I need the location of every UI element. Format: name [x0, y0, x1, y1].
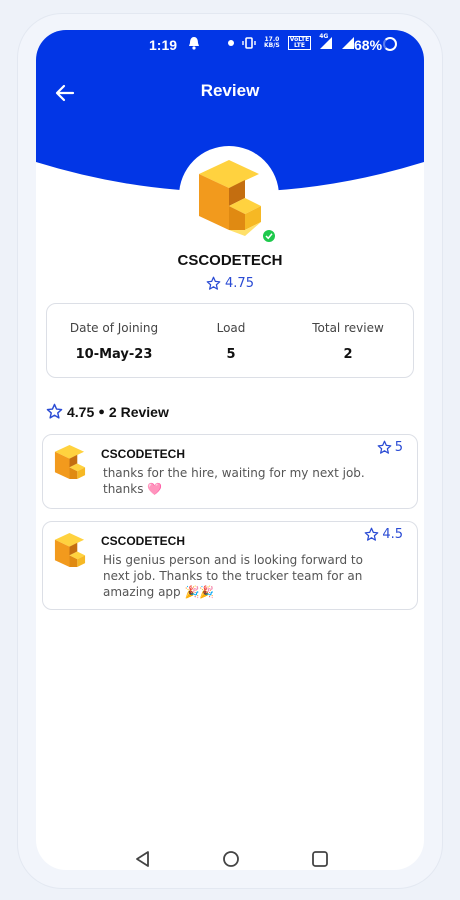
verified-check-icon: [261, 228, 277, 244]
review-rating: 5: [377, 440, 403, 455]
reviewer-name: CSCODETECH: [101, 534, 186, 548]
review-summary: 4.75 ● 2 Review: [46, 403, 169, 420]
summary-count: 2 Review: [108, 403, 169, 420]
nav-back-icon[interactable]: [134, 850, 152, 868]
notification-dot-icon: [228, 40, 234, 46]
status-icons: 17.0 KB/S VoLTE LTE 4G: [188, 34, 355, 50]
summary-separator: ●: [98, 405, 105, 418]
stat-load: Load 5: [216, 321, 246, 362]
alarm-bell-icon: [189, 37, 199, 50]
status-bar: 1:19 17.0 KB/S VoLTE LTE 4G 68%: [36, 30, 424, 60]
reviewer-logo-icon: [54, 445, 86, 479]
star-outline-icon: [206, 276, 221, 290]
summary-rating: 4.75: [67, 403, 95, 420]
company-logo-icon: [199, 160, 261, 236]
reviewer-name: CSCODETECH: [101, 447, 186, 461]
star-outline-icon: [377, 440, 392, 454]
profile-rating-value: 4.75: [225, 276, 254, 291]
stats-card: Date of Joining 10-May-23 Load 5 Total r…: [46, 303, 414, 378]
battery-percent: 68%: [354, 37, 383, 53]
status-time: 1:19: [149, 37, 178, 53]
review-card-1[interactable]: CSCODETECH thanks for the hire, waiting …: [42, 434, 418, 509]
page-title: Review: [200, 81, 260, 100]
battery-icon: [383, 37, 397, 51]
profile-name: CSCODETECH: [177, 252, 283, 269]
review-text: thanks for the hire, waiting for my next…: [103, 466, 365, 496]
review-rating: 4.5: [364, 527, 403, 542]
nav-home-icon[interactable]: [222, 850, 240, 868]
review-text: His genius person and is looking forward…: [103, 553, 363, 599]
app-screen: 1:19 17.0 KB/S VoLTE LTE 4G 68% Review C…: [36, 30, 424, 870]
signal-4g: 4G: [319, 34, 333, 50]
speed-indicator: 17.0 KB/S: [264, 36, 280, 49]
star-outline-icon: [46, 403, 63, 419]
reviewer-logo-icon: [54, 533, 86, 567]
stat-total-review: Total review 2: [312, 321, 384, 362]
nav-recent-icon[interactable]: [311, 850, 329, 868]
system-nav-bar: [36, 842, 424, 870]
review-card-2[interactable]: CSCODETECH His genius person and is look…: [42, 521, 418, 610]
profile-rating: 4.75: [36, 276, 424, 291]
stat-date-of-joining: Date of Joining 10-May-23: [69, 321, 159, 362]
volte-badge: VoLTE LTE: [287, 36, 312, 50]
vibrate-icon: [242, 37, 256, 49]
star-outline-icon: [364, 527, 379, 541]
